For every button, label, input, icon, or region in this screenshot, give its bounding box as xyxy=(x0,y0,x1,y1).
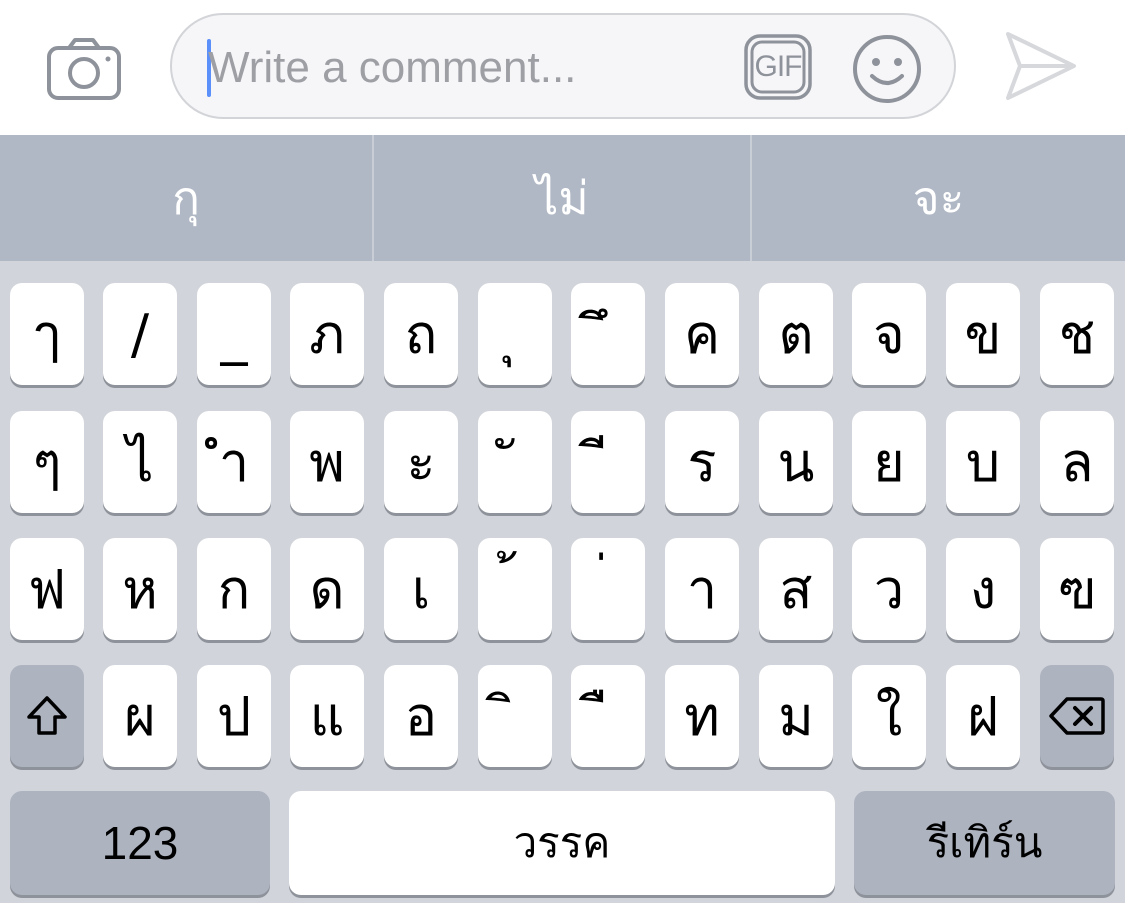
camera-icon xyxy=(47,38,121,100)
key[interactable]: บ xyxy=(946,411,1020,513)
key[interactable]: ค xyxy=(665,283,739,385)
key[interactable]: ย xyxy=(852,411,926,513)
send-button[interactable] xyxy=(1000,28,1080,104)
emoji-button[interactable] xyxy=(852,34,922,104)
gif-button[interactable]: GIF xyxy=(744,34,812,100)
key[interactable]: ง xyxy=(946,538,1020,640)
key[interactable]: า xyxy=(665,538,739,640)
gif-label: GIF xyxy=(754,50,803,83)
key[interactable]: ฝ xyxy=(946,665,1020,767)
comment-composer-bar: Write a comment... GIF xyxy=(0,0,1125,135)
key[interactable]: อ xyxy=(384,665,458,767)
key[interactable]: ำ xyxy=(197,411,271,513)
key[interactable]: / xyxy=(103,283,177,385)
key[interactable]: ใ xyxy=(852,665,926,767)
comment-input[interactable]: Write a comment... GIF xyxy=(170,13,956,119)
key[interactable]: ๅ xyxy=(10,283,84,385)
prediction-suggestion[interactable]: จะ xyxy=(752,135,1125,261)
key[interactable]: เ xyxy=(384,538,458,640)
key[interactable]: ร xyxy=(665,411,739,513)
key[interactable]: ช xyxy=(1040,283,1114,385)
key[interactable]: ภ xyxy=(290,283,364,385)
key[interactable]: ๆ xyxy=(10,411,84,513)
key[interactable]: ่ xyxy=(571,538,645,640)
shift-key[interactable] xyxy=(10,665,84,767)
comment-placeholder: Write a comment... xyxy=(208,43,577,92)
key[interactable]: ท xyxy=(665,665,739,767)
key[interactable]: ป xyxy=(197,665,271,767)
key[interactable]: จ xyxy=(852,283,926,385)
prediction-suggestion[interactable]: ไม่ xyxy=(374,135,750,261)
key[interactable]: ม xyxy=(759,665,833,767)
key[interactable]: พ xyxy=(290,411,364,513)
paper-plane-send-icon xyxy=(1006,32,1076,100)
key[interactable]: ิ xyxy=(478,665,552,767)
key[interactable]: ถ xyxy=(384,283,458,385)
key[interactable]: ั xyxy=(478,411,552,513)
key[interactable]: ี xyxy=(571,411,645,513)
numbers-key[interactable]: 123 xyxy=(10,791,270,895)
prediction-suggestion[interactable]: กุ xyxy=(0,135,372,261)
key[interactable]: ึ xyxy=(571,283,645,385)
key[interactable]: _ xyxy=(197,283,271,385)
key[interactable]: ข xyxy=(946,283,1020,385)
key[interactable]: ฟ xyxy=(10,538,84,640)
prediction-bar: กุ ไม่ จะ xyxy=(0,135,1125,261)
key[interactable]: ะ xyxy=(384,411,458,513)
smiley-face-icon xyxy=(853,35,921,103)
shift-arrow-icon xyxy=(27,696,67,735)
key[interactable]: ื xyxy=(571,665,645,767)
delete-key[interactable] xyxy=(1040,665,1114,767)
backspace-delete-icon xyxy=(1049,697,1105,735)
key[interactable]: น xyxy=(759,411,833,513)
key[interactable]: ุ xyxy=(478,283,552,385)
camera-button[interactable] xyxy=(46,36,122,102)
key[interactable]: ว xyxy=(852,538,926,640)
key[interactable]: ล xyxy=(1040,411,1114,513)
key[interactable]: ด xyxy=(290,538,364,640)
key[interactable]: ก xyxy=(197,538,271,640)
thai-keyboard: กุ ไม่ จะ ๅ / _ ภ ถ ุ ึ ค ต จ ข ช ๆ ไ ำ … xyxy=(0,135,1125,903)
key[interactable]: ้ xyxy=(478,538,552,640)
key[interactable]: ผ xyxy=(103,665,177,767)
key[interactable]: ห xyxy=(103,538,177,640)
key[interactable]: ฃ xyxy=(1040,538,1114,640)
key[interactable]: ไ xyxy=(103,411,177,513)
return-key[interactable]: รีเทิร์น xyxy=(854,791,1115,895)
key[interactable]: แ xyxy=(290,665,364,767)
space-key[interactable]: วรรค xyxy=(289,791,835,895)
key[interactable]: ต xyxy=(759,283,833,385)
key[interactable]: ส xyxy=(759,538,833,640)
